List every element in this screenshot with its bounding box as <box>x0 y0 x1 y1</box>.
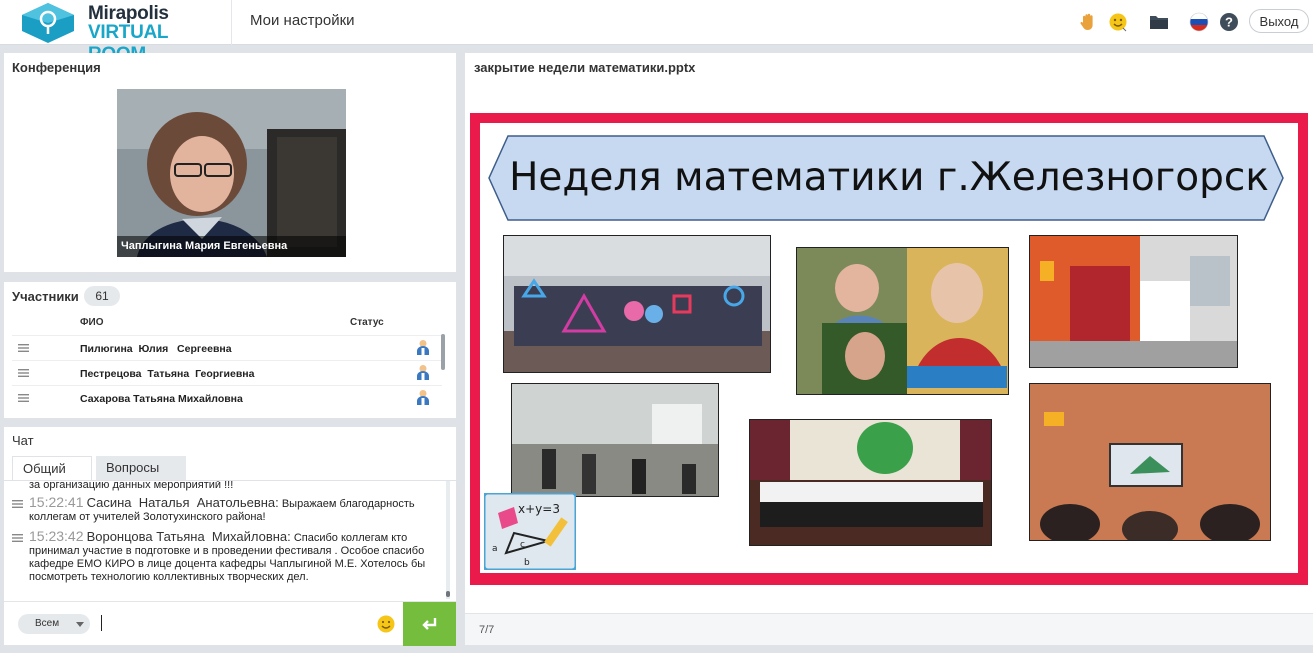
help-icon[interactable]: ? <box>1218 11 1240 33</box>
participant-status-icon <box>417 365 429 380</box>
math-clipart-image: a b c x+y=3 <box>482 491 578 572</box>
participants-scrollbar[interactable] <box>441 334 445 370</box>
participant-name: Пестрецова Татьяна Георгиевна <box>80 368 255 380</box>
my-settings-link[interactable]: Мои настройки <box>250 12 355 29</box>
chat-scrollbar-track[interactable] <box>446 481 450 599</box>
conference-title: Конференция <box>12 60 101 75</box>
slide-photo <box>796 247 1009 395</box>
presentation-header: закрытие недели математики.pptx <box>465 53 1313 84</box>
svg-text:b: b <box>524 558 530 568</box>
chat-scrollbar-thumb[interactable] <box>446 591 450 597</box>
send-button[interactable] <box>403 602 456 646</box>
chat-message: 15:22:41 Сасина Наталья Анатольевна: Выр… <box>12 494 440 524</box>
emoji-icon[interactable] <box>376 614 396 634</box>
participant-status-icon <box>417 340 429 355</box>
column-header-status[interactable]: Статус <box>350 317 384 328</box>
message-menu-icon[interactable] <box>12 500 23 508</box>
raise-hand-icon[interactable] <box>1077 11 1099 33</box>
message-author: Сасина Наталья Анатольевна: <box>86 495 279 510</box>
presentation-footer: 7/7 <box>465 613 1313 645</box>
chat-messages[interactable]: за организацию данных мероприятий !!! 15… <box>4 480 456 600</box>
folder-icon[interactable] <box>1148 11 1170 33</box>
chat-message: 15:23:42 Воронцова Татьяна Михайловна: С… <box>12 528 440 584</box>
recipient-select[interactable]: Всем <box>18 614 90 634</box>
tab-general[interactable]: Общий <box>12 456 92 480</box>
participants-title: Участники <box>12 289 79 304</box>
slide-photo <box>503 235 771 373</box>
chat-input-bar: Всем <box>4 601 456 646</box>
video-feed[interactable]: Чаплыгина Мария Евгеньевна <box>117 89 346 257</box>
svg-text:c: c <box>520 540 525 550</box>
participant-name: Пилюгина Юлия Сергеевна <box>80 343 232 355</box>
slide[interactable]: Неделя математики г.Железногорск a b c x… <box>470 113 1308 585</box>
presentation-panel: закрытие недели математики.pptx Неделя м… <box>465 53 1313 645</box>
participant-name: Сахарова Татьяна Михайловна <box>80 393 243 405</box>
message-time: 15:23:42 <box>29 528 84 544</box>
chat-title: Чат <box>12 433 34 448</box>
russian-flag-icon[interactable] <box>1188 11 1210 33</box>
drag-handle-icon[interactable] <box>18 394 29 402</box>
video-caption: Чаплыгина Мария Евгеньевна <box>117 236 346 257</box>
drag-handle-icon[interactable] <box>18 369 29 377</box>
svg-text:?: ? <box>1225 15 1233 30</box>
column-header-name[interactable]: ФИО <box>80 317 104 328</box>
recipient-select-value: Всем <box>35 618 60 629</box>
message-time: 15:22:41 <box>29 494 84 510</box>
participant-row[interactable]: Пилюгина Юлия Сергеевна <box>12 335 442 360</box>
tab-questions[interactable]: Вопросы <box>96 456 186 480</box>
video-frame-image <box>117 89 346 257</box>
presentation-file-name: закрытие недели математики.pptx <box>474 60 696 75</box>
participant-row[interactable]: Пестрецова Татьяна Георгиевна <box>12 360 442 385</box>
chat-message-partial: за организацию данных мероприятий !!! <box>12 480 440 492</box>
participants-count-badge: 61 <box>84 286 120 306</box>
slide-title: Неделя математики г.Железногорск <box>509 155 1269 200</box>
slide-formula: x+y=3 <box>518 502 560 516</box>
exit-button[interactable]: Выход <box>1249 9 1309 33</box>
conference-panel: Конференция Чаплыгина Мария Евгеньевна <box>4 53 456 272</box>
slide-page-counter: 7/7 <box>479 624 495 636</box>
slide-photo <box>749 419 992 546</box>
drag-handle-icon[interactable] <box>18 344 29 352</box>
divider <box>231 0 232 45</box>
participant-status-icon <box>417 390 429 405</box>
svg-text:a: a <box>492 544 498 554</box>
app-logo[interactable]: Mirapolis VIRTUAL ROOM <box>18 1 228 65</box>
enter-arrow-icon <box>421 618 436 630</box>
message-author: Воронцова Татьяна Михайловна: <box>86 529 291 544</box>
emotion-smiley-icon[interactable] <box>1107 11 1129 33</box>
logo-hexagon-icon <box>22 3 74 43</box>
slide-photo <box>1029 235 1238 368</box>
chat-panel: Чат Общий Вопросы за организацию данных … <box>4 427 456 646</box>
top-bar: Mirapolis VIRTUAL ROOM Мои настройки ? В… <box>0 0 1313 65</box>
chevron-down-icon <box>76 622 84 627</box>
chat-message-text: за организацию данных мероприятий !!! <box>29 480 234 491</box>
slide-content: Неделя математики г.Железногорск a b c x… <box>480 123 1298 573</box>
chat-input-field[interactable] <box>101 615 102 631</box>
message-menu-icon[interactable] <box>12 534 23 542</box>
slide-photo <box>1029 383 1271 541</box>
slide-photo <box>511 383 719 497</box>
participants-panel: Участники 61 ФИО Статус Пилюгина Юлия Се… <box>4 282 456 418</box>
participant-row[interactable]: Сахарова Татьяна Михайловна <box>12 385 442 410</box>
